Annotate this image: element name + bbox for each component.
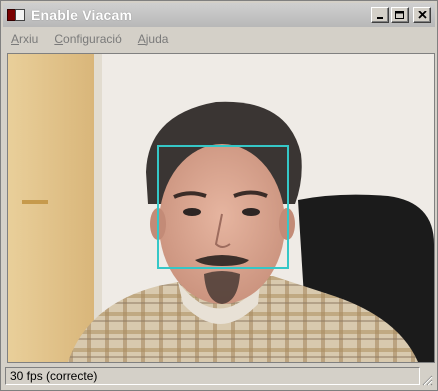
close-button[interactable] xyxy=(413,7,431,23)
status-bar: 30 fps (correcte) xyxy=(3,364,435,388)
app-window: Enable Viacam Arxiu Configuració Ajuda 3… xyxy=(0,0,438,391)
maximize-button[interactable] xyxy=(391,7,409,23)
fps-status: 30 fps (correcte) xyxy=(5,367,420,385)
resize-grip-icon[interactable] xyxy=(421,374,433,386)
maximize-icon xyxy=(395,10,404,19)
window-controls xyxy=(371,7,431,23)
close-icon xyxy=(417,11,427,19)
title-bar[interactable]: Enable Viacam xyxy=(3,3,435,27)
menu-bar: Arxiu Configuració Ajuda xyxy=(3,29,435,49)
camera-view xyxy=(7,53,435,363)
menu-arxiu[interactable]: Arxiu xyxy=(3,32,46,46)
menu-configuracio[interactable]: Configuració xyxy=(46,32,129,46)
app-icon xyxy=(7,7,25,23)
menu-ajuda[interactable]: Ajuda xyxy=(130,32,177,46)
camera-image xyxy=(8,54,434,362)
minimize-icon xyxy=(376,17,383,19)
window-title: Enable Viacam xyxy=(31,7,133,23)
minimize-button[interactable] xyxy=(371,7,389,23)
